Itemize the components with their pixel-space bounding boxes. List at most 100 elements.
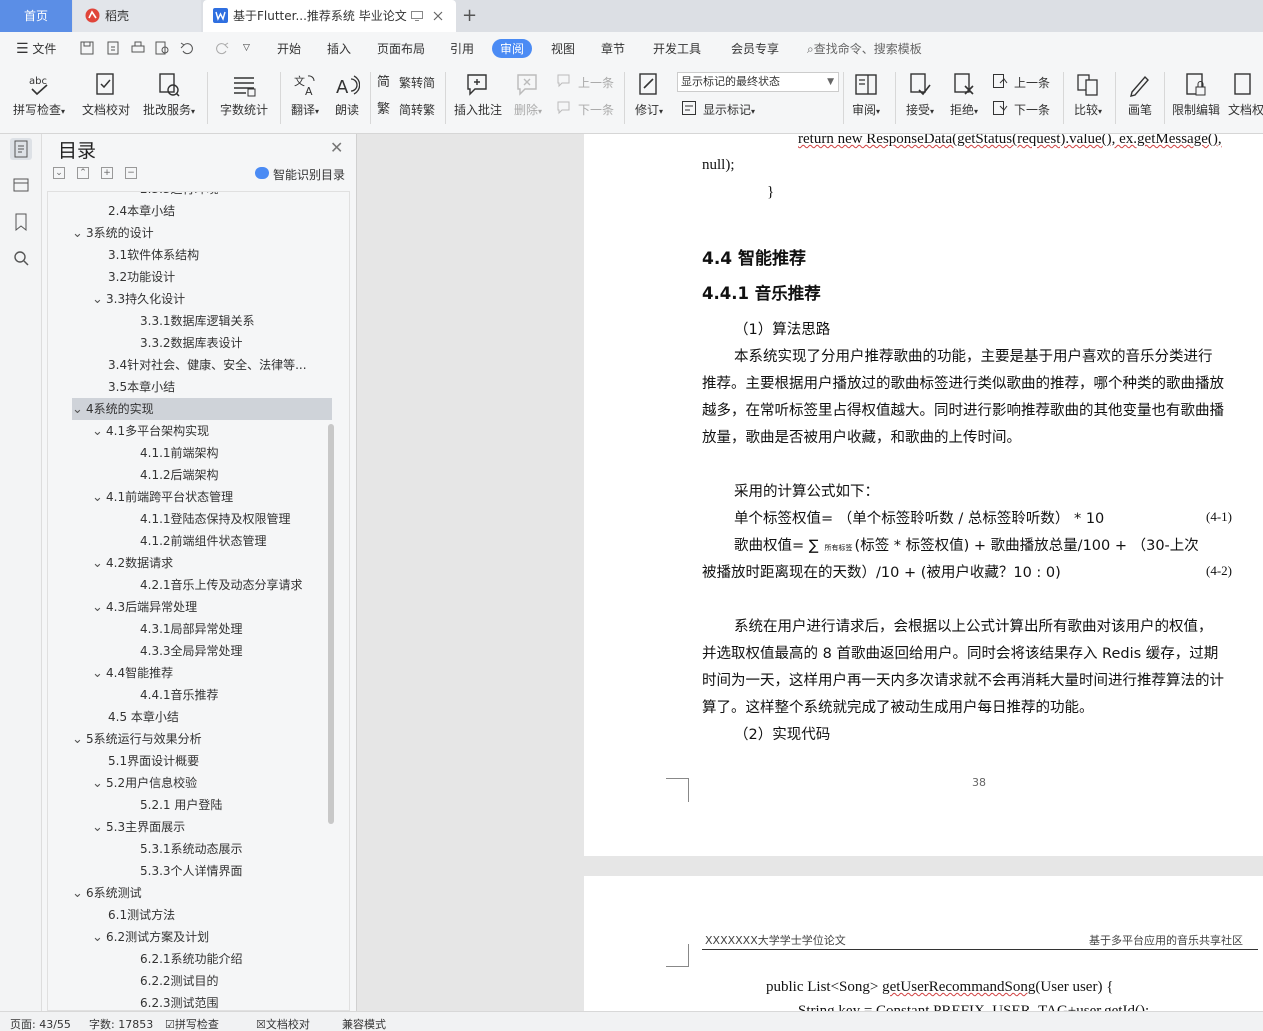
show-markup-button[interactable]: 显示标记▾ — [681, 101, 755, 118]
menu-references[interactable]: 引用 — [450, 40, 474, 57]
markup-display-select[interactable]: 显示标记的最终状态 ▼ — [677, 72, 839, 92]
next-comment-button[interactable]: 下一条 — [556, 101, 614, 118]
menu-page-layout[interactable]: 页面布局 — [377, 40, 425, 57]
word-count-indicator[interactable]: 字数: 17853 — [89, 1016, 153, 1031]
print-preview-icon[interactable] — [155, 41, 169, 55]
toc-scrollbar[interactable] — [328, 424, 334, 824]
tab-daoke[interactable]: 稻壳 — [73, 0, 201, 32]
toc-item[interactable]: 4.1.2前端组件状态管理 — [72, 530, 332, 552]
menu-section[interactable]: 章节 — [601, 40, 625, 57]
toc-panel-icon[interactable] — [10, 138, 32, 160]
tab-home[interactable]: 首页 — [0, 0, 72, 32]
spellcheck-button[interactable]: abc 拼写检查▾ — [8, 64, 70, 126]
toc-item[interactable]: 6.2.3测试范围 — [72, 992, 332, 1010]
toc-item[interactable]: ⌄ 4.4智能推荐 — [72, 662, 332, 684]
remove-heading-icon[interactable]: − — [125, 167, 137, 179]
tab-document[interactable]: 基于Flutter...推荐系统 毕业论文 — [203, 0, 456, 32]
toc-item[interactable]: ⌄ 4系统的实现 — [72, 398, 332, 420]
toc-item[interactable]: 4.1.1登陆态保持及权限管理 — [72, 508, 332, 530]
menu-insert[interactable]: 插入 — [327, 40, 351, 57]
toc-item[interactable]: 3.3.2数据库表设计 — [72, 332, 332, 354]
toc-item[interactable]: 4.3.1局部异常处理 — [72, 618, 332, 640]
chevron-down-icon[interactable]: ⌄ — [72, 223, 86, 244]
read-aloud-button[interactable]: A 朗读 — [328, 64, 366, 126]
menu-start[interactable]: 开始 — [277, 40, 301, 57]
review-pane-button[interactable]: 审阅▾ — [846, 64, 886, 126]
document-area[interactable]: return new ResponseData(getStatus(reques… — [357, 134, 1263, 1011]
save-icon[interactable] — [80, 41, 94, 55]
delete-comment-button[interactable]: 删除▾ — [508, 64, 548, 126]
reject-button[interactable]: 拒绝▾ — [944, 64, 984, 126]
expand-up-icon[interactable]: ⌃ — [77, 167, 89, 179]
toc-item[interactable]: 3.1软件体系结构 — [72, 244, 332, 266]
revise-button[interactable]: 修订▾ — [628, 64, 670, 126]
document-page[interactable]: return new ResponseData(getStatus(reques… — [584, 134, 1263, 856]
toc-item[interactable]: 4.2.1音乐上传及动态分享请求 — [72, 574, 332, 596]
redo-icon[interactable] — [215, 41, 229, 55]
doc-rights-button[interactable]: 文档权 — [1228, 64, 1263, 126]
chevron-down-icon[interactable]: ⌄ — [92, 487, 106, 508]
menu-view[interactable]: 视图 — [551, 40, 575, 57]
chevron-down-icon[interactable]: ⌄ — [72, 399, 86, 420]
search-icon[interactable] — [10, 247, 32, 269]
toc-item[interactable]: 2.3.3运行环境 — [72, 192, 332, 200]
trad-to-simp-button[interactable]: 简 繁转简 — [377, 74, 435, 91]
doc-check-button[interactable]: 文档校对 — [78, 64, 134, 126]
toc-item[interactable]: 5.3.3个人详情界面 — [72, 860, 332, 882]
toc-item[interactable]: ⌄ 3.3持久化设计 — [72, 288, 332, 310]
toc-item[interactable]: ⌄ 6系统测试 — [72, 882, 332, 904]
prev-revision-button[interactable]: 上一条 — [992, 74, 1050, 91]
toc-item[interactable]: ⌄ 4.3后端异常处理 — [72, 596, 332, 618]
accept-button[interactable]: 接受▾ — [900, 64, 940, 126]
toc-item[interactable]: 2.4本章小结 — [72, 200, 332, 222]
next-revision-button[interactable]: 下一条 — [992, 101, 1050, 118]
chevron-down-icon[interactable]: ⌄ — [92, 421, 106, 442]
smart-toc-button[interactable]: 智能识别目录 — [255, 166, 345, 183]
toc-item[interactable]: ⌄ 5.3主界面展示 — [72, 816, 332, 838]
close-icon[interactable]: ✕ — [330, 138, 343, 157]
close-tab-icon[interactable] — [433, 11, 443, 21]
toc-item[interactable]: 4.3.3全局异常处理 — [72, 640, 332, 662]
restrict-edit-button[interactable]: 限制编辑 — [1168, 64, 1224, 126]
prev-comment-button[interactable]: 上一条 — [556, 74, 614, 91]
toc-item[interactable]: ⌄ 4.2数据请求 — [72, 552, 332, 574]
chevron-down-icon[interactable]: ⌄ — [92, 289, 106, 310]
chevron-down-icon[interactable]: ⌄ — [92, 553, 106, 574]
chevron-down-icon[interactable]: ⌄ — [72, 729, 86, 750]
chevron-down-icon[interactable]: ⌄ — [72, 883, 86, 904]
chevron-down-icon[interactable]: ⌄ — [92, 663, 106, 684]
page-indicator[interactable]: 页面: 43/55 — [10, 1016, 71, 1031]
toc-item[interactable]: 5.1界面设计概要 — [72, 750, 332, 772]
bookmark-icon[interactable] — [10, 211, 32, 233]
chevron-down-icon[interactable]: ⌄ — [92, 773, 106, 794]
print-icon[interactable] — [131, 41, 145, 55]
simp-to-trad-button[interactable]: 繁 简转繁 — [377, 101, 435, 118]
monitor-icon[interactable] — [411, 11, 423, 21]
undo-icon[interactable] — [180, 41, 194, 55]
toc-item[interactable]: ⌄ 6.2测试方案及计划 — [72, 926, 332, 948]
spellcheck-toggle[interactable]: ☑拼写检查 — [165, 1016, 219, 1031]
command-search[interactable]: ⌕查找命令、搜索模板 — [807, 40, 922, 57]
toc-item[interactable]: 3.3.1数据库逻辑关系 — [72, 310, 332, 332]
chevron-down-icon[interactable]: ⌄ — [92, 927, 106, 948]
insert-comment-button[interactable]: 插入批注 — [452, 64, 504, 126]
toc-item[interactable]: ⌄ 3系统的设计 — [72, 222, 332, 244]
toc-item[interactable]: ⌄ 4.1多平台架构实现 — [72, 420, 332, 442]
toc-item[interactable]: 4.1.1前端架构 — [72, 442, 332, 464]
toc-item[interactable]: 3.5本章小结 — [72, 376, 332, 398]
chapter-nav-icon[interactable] — [10, 174, 32, 196]
toc-item[interactable]: 5.3.1系统动态展示 — [72, 838, 332, 860]
doccheck-toggle[interactable]: ☒文档校对 — [256, 1016, 310, 1031]
toc-item[interactable]: 3.4针对社会、健康、安全、法律等... — [72, 354, 332, 376]
toc-item[interactable]: 3.2功能设计 — [72, 266, 332, 288]
pen-button[interactable]: 画笔 — [1120, 64, 1160, 126]
toc-item[interactable]: 4.1.2后端架构 — [72, 464, 332, 486]
toc-item[interactable]: 5.2.1 用户登陆 — [72, 794, 332, 816]
word-count-button[interactable]: 字数统计 — [214, 64, 274, 126]
toc-item[interactable]: ⌄ 5.2用户信息校验 — [72, 772, 332, 794]
add-heading-icon[interactable]: + — [101, 167, 113, 179]
annotate-service-button[interactable]: 批改服务▾ — [138, 64, 200, 126]
toc-item[interactable]: 6.1测试方法 — [72, 904, 332, 926]
export-pdf-icon[interactable] — [106, 41, 120, 55]
menu-developer[interactable]: 开发工具 — [653, 40, 701, 57]
